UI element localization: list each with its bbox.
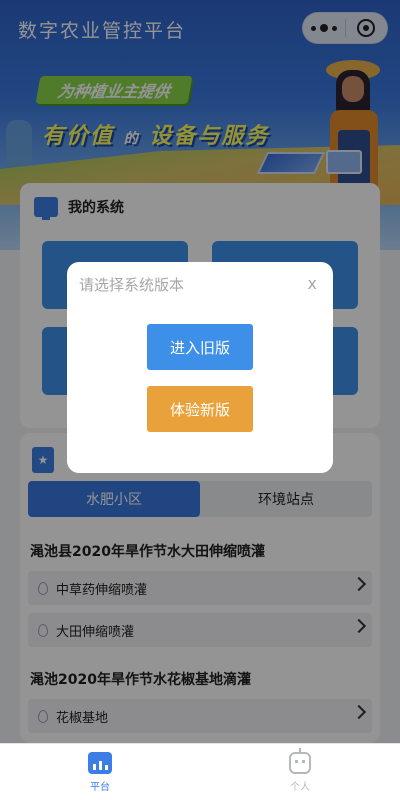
bottom-tab-bar: 平台 个人 xyxy=(0,743,400,800)
dialog-title: 请选择系统版本 xyxy=(79,276,185,294)
tabbar-label: 个人 xyxy=(290,781,310,793)
tabbar-item-platform[interactable]: 平台 xyxy=(0,744,200,800)
tabbar-label: 平台 xyxy=(90,781,110,793)
robot-icon xyxy=(289,747,311,774)
tabbar-item-personal[interactable]: 个人 xyxy=(200,744,400,800)
version-select-dialog: 请选择系统版本 x 进入旧版 体验新版 xyxy=(67,262,333,473)
enter-old-version-button[interactable]: 进入旧版 xyxy=(147,324,253,370)
try-new-version-button[interactable]: 体验新版 xyxy=(147,386,253,432)
chart-icon xyxy=(88,751,112,774)
dialog-close-button[interactable]: x xyxy=(308,274,317,293)
